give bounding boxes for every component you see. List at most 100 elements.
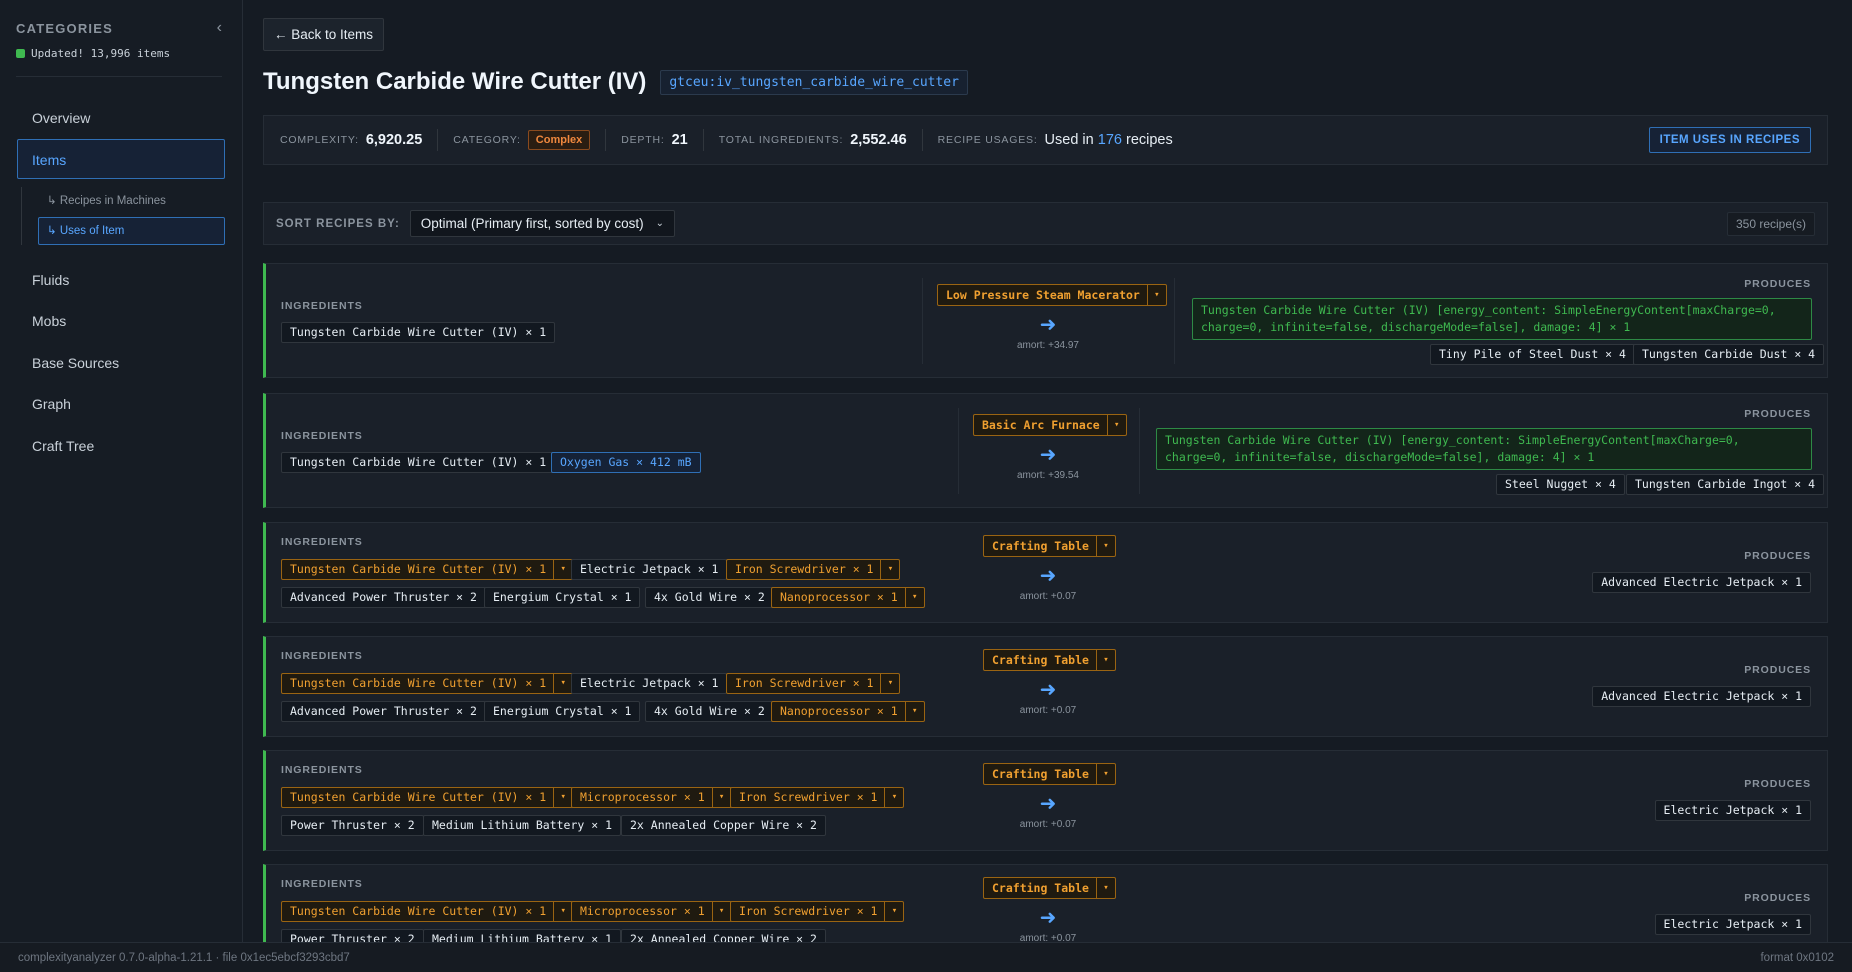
ingredient-name: Microprocessor × 1 bbox=[580, 790, 705, 804]
ingredient-chip[interactable]: Electric Jetpack × 1 bbox=[571, 559, 728, 580]
ingredient-chip-selectable[interactable]: Tungsten Carbide Wire Cutter (IV) × 1 ▾ bbox=[281, 787, 574, 808]
ingredient-chip[interactable]: 4x Gold Wire × 2 bbox=[645, 587, 774, 608]
nav-graph[interactable]: Graph bbox=[17, 383, 225, 423]
ingredient-chip[interactable]: Power Thruster × 2 bbox=[281, 815, 424, 836]
output-chip[interactable]: Tungsten Carbide Dust × 4 bbox=[1633, 344, 1825, 365]
recipe-usages-label: RECIPE USAGES: bbox=[937, 134, 1038, 146]
sidebar-title: CATEGORIES bbox=[16, 20, 113, 36]
ingredient-chip[interactable]: Tungsten Carbide Wire Cutter (IV) × 1 bbox=[281, 322, 556, 343]
arrow-right-icon: ➜ bbox=[1039, 565, 1057, 587]
ingredient-chip[interactable]: Power Thruster × 2 bbox=[281, 929, 424, 942]
back-to-items-button[interactable]: ← Back to Items bbox=[263, 18, 385, 51]
machine-selector[interactable]: Crafting Table ▾ bbox=[983, 763, 1116, 785]
stat-complexity: COMPLEXITY: 6,920.25 bbox=[280, 129, 439, 151]
ingredient-chip[interactable]: Medium Lithium Battery × 1 bbox=[423, 929, 622, 942]
ingredient-chip[interactable]: Medium Lithium Battery × 1 bbox=[423, 815, 622, 836]
sort-selected-value: Optimal (Primary first, sorted by cost) bbox=[420, 216, 644, 231]
primary-output[interactable]: Tungsten Carbide Wire Cutter (IV) [energ… bbox=[1156, 428, 1812, 470]
ingredient-chip-selectable[interactable]: Iron Screwdriver × 1 ▾ bbox=[726, 673, 901, 694]
ingredient-chip-selectable[interactable]: Tungsten Carbide Wire Cutter (IV) × 1 ▾ bbox=[281, 559, 574, 580]
sidebar: CATEGORIES ‹ Updated! 13,996 items Overv… bbox=[0, 0, 243, 942]
ingredient-chip-selectable[interactable]: Microprocessor × 1 ▾ bbox=[571, 901, 732, 922]
ingredient-chip-selectable[interactable]: Nanoprocessor × 1 ▾ bbox=[771, 701, 925, 722]
fluid-ingredient-chip[interactable]: Oxygen Gas × 412 mB bbox=[551, 452, 701, 473]
dropdown-arrow-icon: ▾ bbox=[1106, 415, 1126, 435]
ingredient-name: Tungsten Carbide Wire Cutter (IV) × 1 bbox=[290, 790, 547, 804]
ingredient-chip[interactable]: Advanced Power Thruster × 2 bbox=[281, 701, 486, 722]
nav-uses-of-item[interactable]: ↳ Uses of Item bbox=[38, 216, 225, 245]
ingredient-chip[interactable]: Energium Crystal × 1 bbox=[484, 587, 641, 608]
dropdown-arrow-icon: ▾ bbox=[711, 788, 731, 807]
ingredient-chip-selectable[interactable]: Tungsten Carbide Wire Cutter (IV) × 1 ▾ bbox=[281, 673, 574, 694]
recipe-card: INGREDIENTS Tungsten Carbide Wire Cutter… bbox=[263, 636, 1828, 737]
nav-craft-tree[interactable]: Craft Tree bbox=[17, 425, 225, 465]
output-chip[interactable]: Tiny Pile of Steel Dust × 4 bbox=[1430, 344, 1635, 365]
recipe-card: INGREDIENTS Tungsten Carbide Wire Cutter… bbox=[263, 864, 1828, 942]
machine-selector[interactable]: Crafting Table ▾ bbox=[983, 649, 1116, 671]
machine-name: Basic Arc Furnace bbox=[982, 418, 1100, 432]
output-chip[interactable]: Electric Jetpack × 1 bbox=[1654, 914, 1811, 935]
ingredient-chip[interactable]: 2x Annealed Copper Wire × 2 bbox=[621, 929, 826, 942]
nav-overview[interactable]: Overview bbox=[17, 97, 225, 137]
dropdown-arrow-icon: ▾ bbox=[1095, 536, 1115, 556]
output-chip[interactable]: Tungsten Carbide Ingot × 4 bbox=[1626, 474, 1825, 495]
machine-selector[interactable]: Crafting Table ▾ bbox=[983, 877, 1116, 899]
ingredient-chip-selectable[interactable]: Nanoprocessor × 1 ▾ bbox=[771, 587, 925, 608]
machine-selector[interactable]: Crafting Table ▾ bbox=[983, 535, 1116, 557]
output-chip[interactable]: Electric Jetpack × 1 bbox=[1654, 800, 1811, 821]
amort-value: amort: +0.07 bbox=[1019, 591, 1077, 602]
category-label: CATEGORY: bbox=[453, 134, 521, 146]
usages-count[interactable]: 176 bbox=[1098, 132, 1122, 148]
arrow-right-icon: ➜ bbox=[1039, 679, 1057, 701]
ingredient-chip[interactable]: Advanced Power Thruster × 2 bbox=[281, 587, 486, 608]
category-badge: Complex bbox=[527, 130, 591, 150]
depth-value: 21 bbox=[671, 132, 688, 148]
nav-base-sources[interactable]: Base Sources bbox=[17, 342, 225, 382]
status-dot-icon bbox=[16, 49, 25, 58]
output-chip[interactable]: Steel Nugget × 4 bbox=[1496, 474, 1625, 495]
ingredient-chip-selectable[interactable]: Iron Screwdriver × 1 ▾ bbox=[726, 559, 901, 580]
ingredient-name: Iron Screwdriver × 1 bbox=[735, 676, 874, 690]
amort-value: amort: +0.07 bbox=[1019, 933, 1077, 942]
nav-fluids[interactable]: Fluids bbox=[17, 259, 225, 299]
status-footer: complexityanalyzer 0.7.0-alpha-1.21.1 · … bbox=[0, 942, 1852, 972]
arrow-right-icon: ➜ bbox=[1039, 314, 1057, 336]
ingredient-chip[interactable]: Energium Crystal × 1 bbox=[484, 701, 641, 722]
ingredient-chip[interactable]: 4x Gold Wire × 2 bbox=[645, 701, 774, 722]
item-id-badge: gtceu:iv_tungsten_carbide_wire_cutter bbox=[660, 69, 968, 95]
ingredient-chip-selectable[interactable]: Microprocessor × 1 ▾ bbox=[571, 787, 732, 808]
item-uses-in-recipes-button[interactable]: ITEM USES IN RECIPES bbox=[1648, 127, 1811, 153]
main-content: ← Back to Items Tungsten Carbide Wire Cu… bbox=[263, 0, 1828, 942]
update-status: Updated! 13,996 items bbox=[16, 47, 170, 60]
nav-recipes-in-machines[interactable]: ↳ Recipes in Machines bbox=[38, 187, 225, 215]
ingredient-chip[interactable]: 2x Annealed Copper Wire × 2 bbox=[621, 815, 826, 836]
nav-items[interactable]: Items bbox=[17, 138, 225, 179]
ingredient-chip[interactable]: Tungsten Carbide Wire Cutter (IV) × 1 bbox=[281, 452, 556, 473]
ingredient-chip-selectable[interactable]: Tungsten Carbide Wire Cutter (IV) × 1 ▾ bbox=[281, 901, 574, 922]
machine-selector[interactable]: Low Pressure Steam Macerator ▾ bbox=[937, 284, 1167, 306]
dropdown-arrow-icon: ▾ bbox=[884, 902, 903, 921]
arrow-right-icon: ➜ bbox=[1039, 444, 1057, 466]
ingredient-chip[interactable]: Electric Jetpack × 1 bbox=[571, 673, 728, 694]
machine-selector[interactable]: Basic Arc Furnace ▾ bbox=[973, 414, 1127, 436]
collapse-chevron-icon[interactable]: ‹ bbox=[217, 19, 222, 37]
dropdown-arrow-icon: ▾ bbox=[1095, 878, 1115, 898]
ingredient-chip-selectable[interactable]: Iron Screwdriver × 1 ▾ bbox=[730, 787, 905, 808]
output-chip[interactable]: Advanced Electric Jetpack × 1 bbox=[1592, 686, 1811, 707]
ingredients-label: INGREDIENTS bbox=[281, 300, 363, 312]
sort-select[interactable]: Optimal (Primary first, sorted by cost) … bbox=[409, 210, 675, 237]
column-divider bbox=[922, 278, 923, 364]
usages-prefix: Used in bbox=[1044, 132, 1094, 148]
primary-output[interactable]: Tungsten Carbide Wire Cutter (IV) [energ… bbox=[1192, 298, 1812, 340]
ingredient-chip-selectable[interactable]: Iron Screwdriver × 1 ▾ bbox=[730, 901, 905, 922]
ingredient-name: Tungsten Carbide Wire Cutter (IV) × 1 bbox=[290, 904, 547, 918]
dropdown-arrow-icon: ▾ bbox=[553, 560, 572, 579]
nav-mobs[interactable]: Mobs bbox=[17, 300, 225, 340]
stat-category: CATEGORY: Complex bbox=[453, 129, 607, 151]
items-subnav: ↳ Recipes in Machines ↳ Uses of Item bbox=[21, 186, 225, 245]
dropdown-arrow-icon: ▾ bbox=[880, 560, 899, 579]
ingredient-name: Iron Screwdriver × 1 bbox=[739, 904, 878, 918]
output-chip[interactable]: Advanced Electric Jetpack × 1 bbox=[1592, 572, 1811, 593]
dropdown-arrow-icon: ▾ bbox=[553, 788, 572, 807]
total-ingredients-label: TOTAL INGREDIENTS: bbox=[718, 134, 844, 146]
